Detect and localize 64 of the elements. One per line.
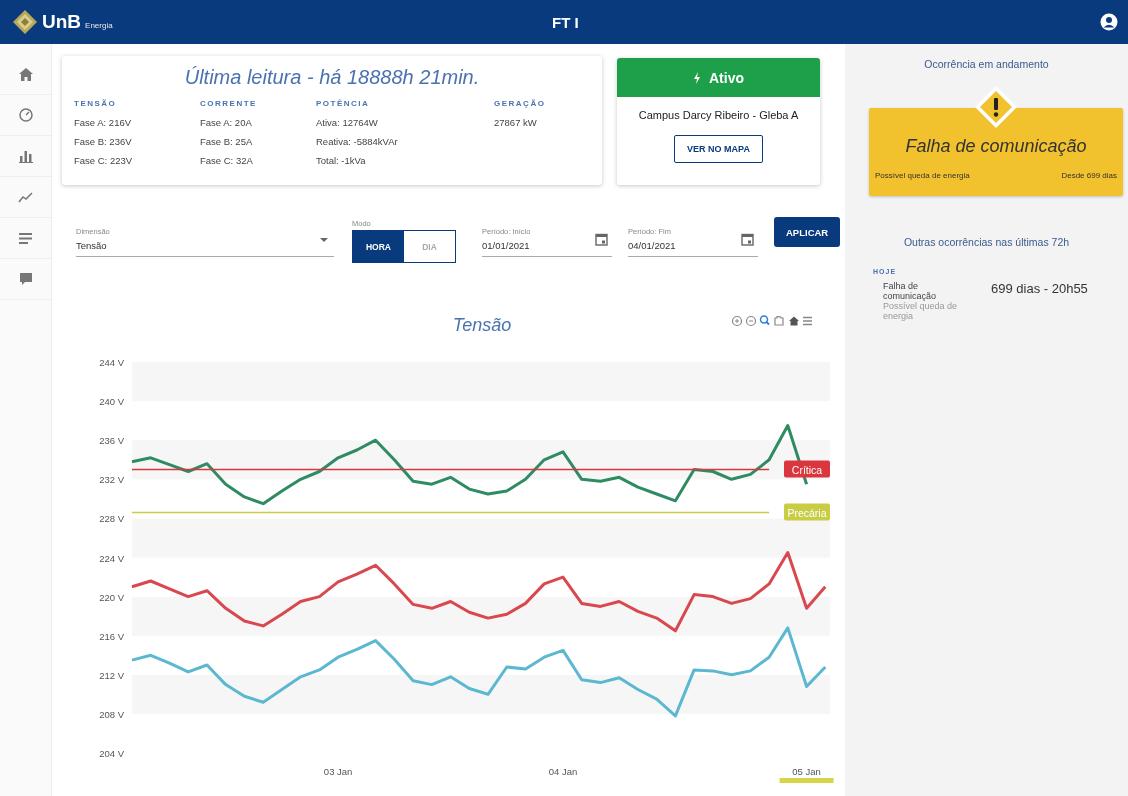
reading-value: Total: -1kVa bbox=[316, 154, 367, 168]
reading-title: Última leitura - há 18888h 21min. bbox=[183, 66, 481, 89]
occurrence-since: Desde 699 dias bbox=[1061, 171, 1117, 180]
y-axis-label: 204 V bbox=[99, 748, 124, 759]
panel-heading: Outras ocorrências nas últimas 72h bbox=[902, 236, 1071, 248]
menu-icon[interactable] bbox=[802, 316, 813, 326]
y-axis-label: 232 V bbox=[99, 474, 124, 486]
logo-subtitle: Energia bbox=[85, 20, 113, 30]
search-icon[interactable] bbox=[759, 315, 770, 326]
x-axis-label: 04 Jan bbox=[548, 766, 578, 777]
location-text: Campus Darcy Ribeiro - Gleba A bbox=[638, 109, 799, 121]
y-axis-label: 224 V bbox=[99, 552, 124, 564]
group-heading: POTÊNCIA bbox=[316, 99, 371, 108]
apply-button[interactable]: APLICAR bbox=[774, 217, 841, 247]
map-button[interactable]: VER NO MAPA bbox=[674, 135, 763, 163]
page-title: FT I bbox=[552, 13, 580, 31]
caret-icon bbox=[320, 238, 328, 242]
x-axis-label: 05 Jan bbox=[792, 766, 821, 777]
x-axis-label: 03 Jan bbox=[323, 766, 353, 777]
reading-value: Fase B: 236V bbox=[74, 135, 133, 149]
y-axis-label: 228 V bbox=[99, 513, 124, 525]
group-heading: TENSÃO bbox=[74, 99, 118, 108]
group-heading: CORRENTE bbox=[200, 99, 258, 108]
reading-value: 27867 kW bbox=[494, 116, 538, 130]
reading-value: Fase B: 25A bbox=[200, 135, 254, 149]
home-icon[interactable] bbox=[789, 316, 799, 326]
calendar-icon bbox=[741, 233, 754, 246]
reading-value: Fase C: 223V bbox=[74, 154, 134, 168]
axis-marker bbox=[779, 778, 834, 783]
panel-heading: Ocorrência em andamento bbox=[923, 58, 1050, 70]
list-icon[interactable] bbox=[19, 232, 32, 244]
y-axis-label: 236 V bbox=[99, 435, 124, 447]
home-icon[interactable] bbox=[18, 67, 33, 81]
bolt-icon bbox=[693, 71, 701, 84]
zoom-out-icon[interactable] bbox=[745, 315, 757, 327]
reading-value: Reativa: -5884kVAr bbox=[316, 135, 399, 149]
occurrence-cause: Possível queda de energia bbox=[883, 301, 959, 321]
y-axis-label: 208 V bbox=[99, 708, 124, 720]
status-label: Ativo bbox=[709, 69, 744, 86]
y-axis-label: 212 V bbox=[99, 669, 124, 681]
bar-chart-icon[interactable] bbox=[18, 149, 33, 163]
calendar-icon bbox=[595, 233, 608, 246]
user-icon[interactable] bbox=[1100, 13, 1118, 31]
reading-value: Fase A: 216V bbox=[74, 116, 133, 130]
occurrence-cause: Possível queda de energia bbox=[875, 171, 970, 180]
reading-value: Fase C: 32A bbox=[200, 154, 254, 168]
y-axis-label: 216 V bbox=[99, 630, 124, 642]
reading-value: Fase A: 20A bbox=[200, 116, 253, 130]
zoom-in-icon[interactable] bbox=[731, 315, 743, 327]
logo-text: UnB bbox=[42, 11, 82, 33]
y-axis-label: 240 V bbox=[99, 396, 124, 408]
line-chart-icon[interactable] bbox=[18, 191, 33, 203]
y-axis-label: 244 V bbox=[99, 357, 124, 368]
chat-icon[interactable] bbox=[18, 272, 33, 286]
chart-title: Tensão bbox=[452, 315, 512, 335]
reading-value: Ativa: 12764W bbox=[316, 116, 379, 130]
occurrence-title: Falha de comunicação bbox=[904, 136, 1088, 157]
group-heading: GERAÇÃO bbox=[494, 99, 546, 108]
gauge-icon[interactable] bbox=[18, 108, 33, 122]
occurrence-time: 699 dias - 20h55 bbox=[991, 281, 1088, 298]
occurrence-title: Falha de comunicação bbox=[883, 281, 938, 301]
logo-icon bbox=[12, 9, 38, 35]
mode-toggle[interactable]: HORA bbox=[353, 231, 404, 262]
y-axis-label: 220 V bbox=[99, 591, 124, 603]
